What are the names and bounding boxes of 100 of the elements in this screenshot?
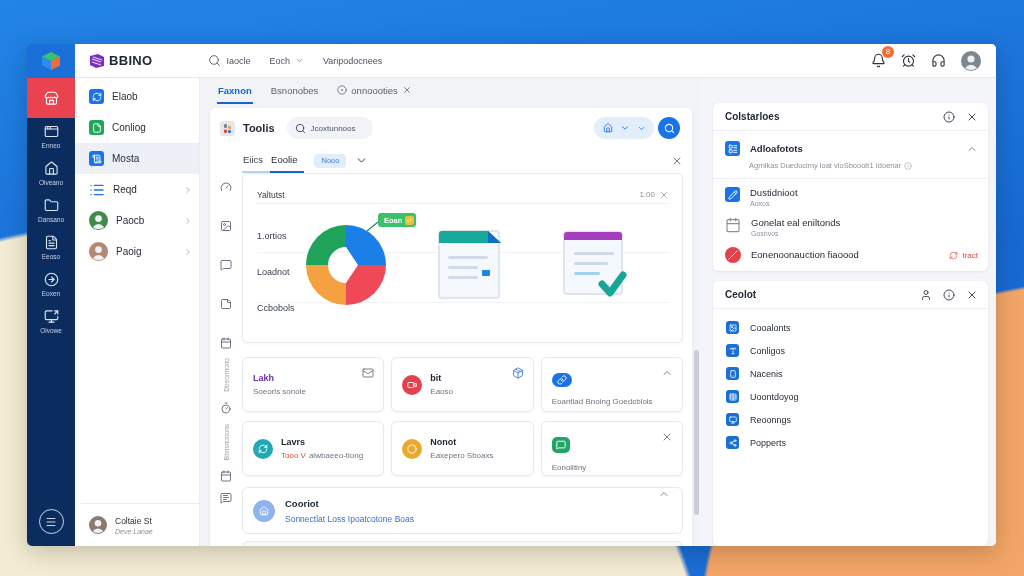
circle-dot-icon <box>337 85 348 95</box>
search-icon <box>294 122 306 134</box>
bell-icon[interactable] <box>871 53 886 68</box>
sidebar-item[interactable]: Mosta <box>75 143 199 174</box>
tab[interactable]: Bsnonobes <box>269 78 320 104</box>
donut-segment <box>306 225 346 265</box>
card-subtitle: aiwbaeeo-tiong <box>308 451 364 460</box>
phone-icon <box>726 367 739 380</box>
list-item[interactable]: Nacenis <box>726 362 988 385</box>
search-button[interactable]: Iaocle <box>208 54 251 67</box>
search-button[interactable] <box>658 117 680 139</box>
scrollbar-thumb[interactable] <box>693 350 699 515</box>
item-title: Dustidnioot <box>750 187 798 199</box>
calendar-icon[interactable] <box>220 337 232 349</box>
item-title: Eonenoonauction fiaoood <box>751 249 859 261</box>
card-title: bit <box>430 373 443 383</box>
card-subtitle: Soeorls sonole <box>253 387 306 396</box>
calendar-icon[interactable] <box>220 469 232 482</box>
slash-icon <box>725 247 741 263</box>
refresh-icon[interactable] <box>949 250 959 260</box>
panel-title: Colstarloes <box>725 111 780 122</box>
sidebar-item[interactable]: Conliog <box>75 112 199 143</box>
card-subtitle: Eaxepero Sboaxs <box>430 451 494 460</box>
card-subtitle: Eoantlad Bnoing Goedcblols <box>551 397 653 406</box>
leader-line <box>366 221 379 232</box>
tools-title: Toolis <box>243 122 275 134</box>
gauge-icon[interactable] <box>220 181 232 193</box>
info-icon[interactable] <box>943 110 955 123</box>
row-label: 1.ortios <box>257 230 288 242</box>
document-icon[interactable] <box>43 235 59 250</box>
mail-icon[interactable] <box>362 367 375 379</box>
donut-segment <box>346 265 386 305</box>
close-icon[interactable] <box>661 431 673 443</box>
sidebar-item[interactable]: Paoig <box>75 236 199 267</box>
image-icon <box>726 321 739 334</box>
logo-icon <box>41 51 61 71</box>
sidebar-item[interactable]: Reqd <box>75 174 199 205</box>
list-item[interactable]: Cooalonts <box>726 316 988 339</box>
nav-link[interactable]: Varipodocnees <box>322 55 383 66</box>
search-field[interactable]: Jcoxtunnoos <box>286 117 373 139</box>
message-icon[interactable] <box>220 491 232 504</box>
card-title: Lakh <box>253 373 275 383</box>
dropdown-button[interactable]: Eoch <box>269 55 304 66</box>
item-title: Gonelat eal eniltonds <box>751 217 841 229</box>
sidebar-item[interactable]: Elaob <box>75 81 199 112</box>
section-title: Adloafotots <box>750 143 803 154</box>
user-icon[interactable] <box>920 288 932 301</box>
arrow-circle-icon[interactable] <box>43 272 59 287</box>
avatar <box>89 516 107 534</box>
text-icon <box>726 344 739 357</box>
timer-icon[interactable] <box>220 401 232 414</box>
document-icon <box>89 151 104 166</box>
card-title: Nonot <box>430 437 458 447</box>
list-item[interactable]: Reoonngs <box>726 408 988 431</box>
donut-segment <box>306 265 346 305</box>
card-subtitle: Sonnectlat Loss Ipoatcotone Boas <box>285 513 415 524</box>
list-item[interactable]: Popperts <box>726 431 988 454</box>
headset-icon[interactable] <box>931 53 946 68</box>
search-icon[interactable] <box>663 122 675 134</box>
chevron-down-icon[interactable] <box>619 123 630 133</box>
tab[interactable]: Faxnon <box>217 78 253 104</box>
overview-time: 1:00 <box>639 190 655 199</box>
panel-title: Ceolot <box>725 289 757 300</box>
package-icon[interactable] <box>511 367 524 379</box>
row-label: Loadnot <box>257 266 291 278</box>
folder-icon[interactable] <box>43 198 59 213</box>
tab[interactable]: onnoooties <box>336 78 413 104</box>
info-icon <box>904 161 913 170</box>
store-icon[interactable] <box>43 90 59 106</box>
donut-segment <box>346 225 386 265</box>
action-link[interactable]: tract <box>949 250 978 260</box>
search-icon[interactable] <box>208 54 222 67</box>
card-highlight: Tooo V <box>281 451 306 460</box>
screen-share-icon[interactable] <box>43 309 59 324</box>
home-icon <box>253 499 275 522</box>
sidebar-item[interactable]: Paocb <box>75 205 199 236</box>
card-subtitle: Eonolitiny <box>551 463 587 472</box>
brand-name: BBINO <box>109 53 153 68</box>
overview-title: Yaltutst <box>257 189 285 200</box>
file-icon <box>89 120 104 135</box>
app-icon <box>220 120 235 136</box>
nav-button[interactable] <box>27 78 75 118</box>
alarm-clock-icon[interactable] <box>901 53 916 68</box>
list-item[interactable]: Conligos <box>726 339 988 362</box>
info-icon[interactable] <box>943 288 955 301</box>
card-subtitle: Eaoso <box>430 387 453 396</box>
refresh-icon <box>89 89 104 104</box>
calendar-icon <box>725 217 741 233</box>
edit-icon <box>725 187 740 202</box>
notification-badge: 8 <box>882 46 894 58</box>
card-title: Cooriot <box>285 497 320 509</box>
image-icon[interactable] <box>220 220 232 232</box>
user-name: Coltaie St <box>115 515 153 526</box>
list-item[interactable]: Uoontdoyog <box>726 385 988 408</box>
brand-logo-icon <box>89 52 105 69</box>
chat-icon[interactable] <box>220 259 232 271</box>
menu-icon[interactable] <box>45 515 57 528</box>
note-icon[interactable] <box>220 298 232 310</box>
window-icon[interactable] <box>43 124 59 139</box>
avatar <box>961 50 981 71</box>
